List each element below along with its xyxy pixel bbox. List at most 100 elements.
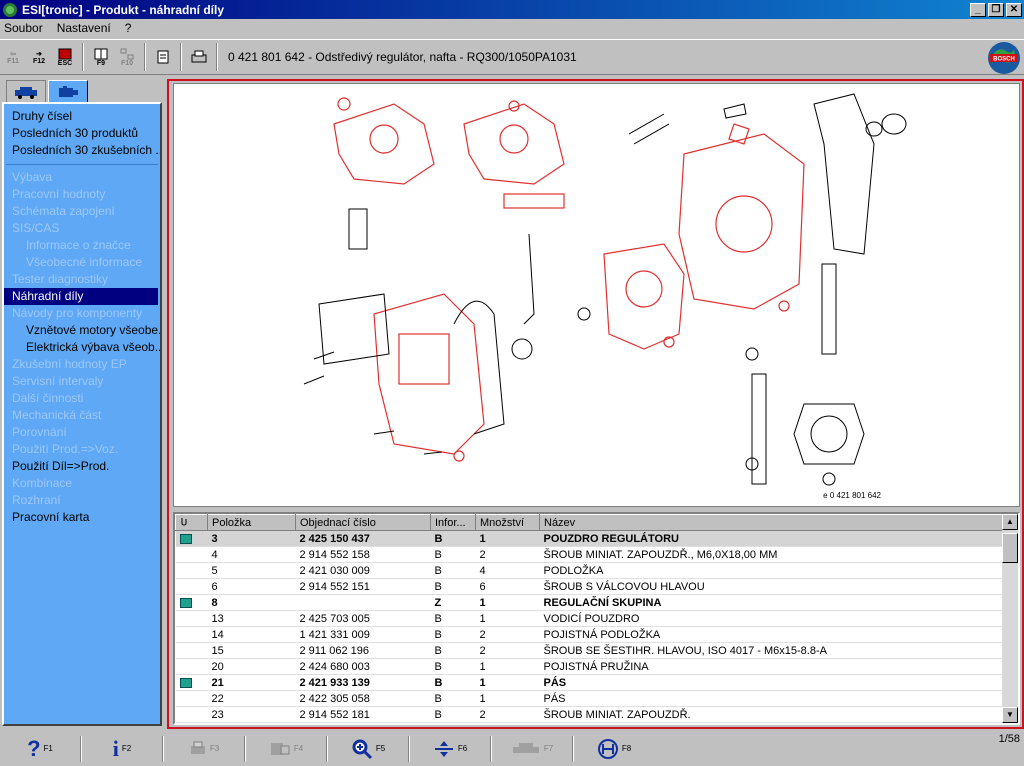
table-row[interactable]: 20 2 424 680 003 B 1 POJISTNÁ PRUŽINA [175,658,1005,675]
vehicle-button[interactable]: F7 [492,734,572,764]
table-row[interactable]: 62 914 552 151 B 6 ŠROUB S VÁLCOVOU HLAVOU [175,578,1005,595]
sidebar-item-15[interactable]: Servisní intervaly [4,373,160,390]
document-link-icon[interactable] [179,597,192,608]
sidebar-item-1[interactable]: Posledních 30 produktů [4,125,160,142]
document-link-icon[interactable] [179,533,192,544]
component-tab[interactable] [48,80,88,102]
table-row[interactable]: 21 2 421 933 139 B 1 PÁS [175,674,1005,691]
row-attachment-cell [175,562,208,579]
order-number-cell: 2 914 552 151 [295,578,431,595]
document-button[interactable] [150,42,176,72]
info-cell: B [430,658,476,675]
print-button[interactable] [186,42,212,72]
table-row[interactable]: 8 Z 1 REGULAČNÍ SKUPINA [175,594,1005,611]
bosch-button[interactable]: F8 [574,734,654,764]
menu-help[interactable]: ? [125,21,132,35]
name-cell: ŠROUB MINIAT. ZAPOUZDŘ., M6,0X18,00 MM [539,546,1005,563]
document-link-icon[interactable] [179,677,192,688]
f9-button[interactable]: F9 [88,42,114,72]
sidebar-item-16[interactable]: Další činnosti [4,390,160,407]
column-header-position[interactable]: Položka [207,514,296,531]
bosch-logo-icon: BOSCH [988,42,1020,74]
scroll-up-button[interactable]: ▲ [1002,514,1018,530]
sidebar-item-14[interactable]: Zkušební hodnoty EP [4,356,160,373]
order-number-cell: 2 425 703 005 [295,610,431,627]
help-icon: ? [27,735,41,761]
minimize-button[interactable]: _ [970,2,986,17]
name-cell: POUZDRO REGULÁTORU [539,530,1005,547]
sidebar-item-3[interactable]: Výbava [4,169,160,186]
table-row[interactable]: 32 425 150 437 B 1 POUZDRO REGULÁTORU [175,530,1005,547]
sidebar-item-23[interactable]: Pracovní karta [4,509,160,526]
sidebar-item-2[interactable]: Posledních 30 zkušebních ... [4,142,160,159]
maximize-button[interactable]: ❐ [988,2,1004,17]
column-header-order-number[interactable]: Objednací číslo [295,514,431,531]
sidebar-item-19[interactable]: Použití Prod.=>Voz. [4,441,160,458]
row-attachment-cell [175,642,208,659]
sidebar-item-0[interactable]: Druhy čísel [4,108,160,125]
sidebar-item-11[interactable]: Návody pro komponenty [4,305,160,322]
table-row[interactable]: 15 2 911 062 196 B 2 ŠROUB SE ŠESTIHR. HLAVO… [175,642,1005,659]
position-cell: 15 [207,642,296,659]
position-cell: 3 [207,530,296,547]
quantity-cell: 1 [475,690,540,707]
sidebar-item-5[interactable]: Schémata zapojení [4,203,160,220]
name-cell: POJISTNÁ PRUŽINA [539,658,1005,675]
table-row[interactable]: 42 914 552 158 B 2 ŠROUB MINIAT. ZAPOUZDŘ.,… [175,546,1005,563]
vehicle-tab[interactable] [6,80,46,102]
sidebar-item-12[interactable]: Vznětové motory všeobe... [4,322,160,339]
row-attachment-cell [175,530,208,547]
row-attachment-cell [175,706,208,723]
close-button[interactable]: ✕ [1006,2,1022,17]
sidebar-item-10[interactable]: Náhradní díly [4,288,158,305]
column-header-quantity[interactable]: Množství [475,514,540,531]
forward-button[interactable]: ➔ F12 [26,42,52,72]
menu-soubor[interactable]: Soubor [4,21,43,35]
table-row[interactable]: 23 2 914 552 181 B 2 ŠROUB MINIAT. ZAPOUZDŘ. [175,706,1005,723]
table-row[interactable]: 22 2 422 305 058 B 1 PÁS [175,690,1005,707]
scroll-thumb[interactable] [1002,533,1018,563]
sidebar-item-9[interactable]: Tester diagnostiky [4,271,160,288]
scroll-down-button[interactable]: ▼ [1002,707,1018,723]
info-icon: i [112,735,119,761]
book-icon [94,48,108,59]
sidebar-item-6[interactable]: SIS/CAS [4,220,160,237]
column-header-info[interactable]: Infor... [430,514,476,531]
sidebar-item-22[interactable]: Rozhraní [4,492,160,509]
zoom-button[interactable]: F5 [328,734,408,764]
split-view-button[interactable]: F6 [410,734,490,764]
sidebar-item-13[interactable]: Elektrická výbava všeob... [4,339,160,356]
sidebar-item-4[interactable]: Pracovní hodnoty [4,186,160,203]
sidebar-item-17[interactable]: Mechanická část [4,407,160,424]
table-row[interactable]: 52 421 030 009 B 4 PODLOŽKA [175,562,1005,579]
info-cell: B [430,578,476,595]
sidebar-item-8[interactable]: Všeobecné informace [4,254,160,271]
escape-button[interactable]: ESC [52,42,78,72]
exit-icon [58,48,72,59]
name-cell: ŠROUB MINIAT. ZAPOUZDŘ. [539,706,1005,723]
f10-button[interactable]: F10 [114,42,140,72]
order-number-cell: 1 421 331 009 [295,626,431,643]
bosch-icon [597,738,618,759]
sidebar-item-20[interactable]: Použití Díl=>Prod. [4,458,160,475]
attachment-column-header[interactable] [175,514,208,531]
parts-button[interactable]: F4 [246,734,326,764]
row-attachment-cell [175,610,208,627]
order-number-cell: 2 422 305 058 [295,690,431,707]
info-button[interactable]: i F2 [82,734,162,764]
print-list-button[interactable]: F3 [164,734,244,764]
sidebar-item-21[interactable]: Kombinace [4,475,160,492]
table-row[interactable]: 14 1 421 331 009 B 2 POJISTNÁ PODLOŽKA [175,626,1005,643]
zoom-key-label: F5 [375,744,386,753]
table-scrollbar[interactable]: ▲ ▼ [1002,514,1018,723]
table-row[interactable]: 13 2 425 703 005 B 1 VODICÍ POUZDRO [175,610,1005,627]
exploded-parts-drawing[interactable]: e 0 421 801 642 [173,83,1020,507]
column-header-name[interactable]: Název [539,514,1005,531]
sidebar-item-7[interactable]: Informace o značce [4,237,160,254]
back-button[interactable]: ⇦ F11 [0,42,26,72]
help-button[interactable]: ? F1 [0,734,80,764]
sidebar-item-18[interactable]: Porovnání [4,424,160,441]
row-attachment-cell [175,674,208,691]
menu-nastaveni[interactable]: Nastavení [57,21,111,35]
info-cell: B [430,530,476,547]
